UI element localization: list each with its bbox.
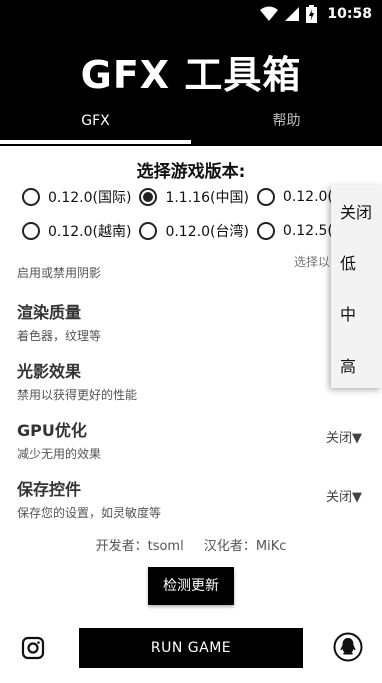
radio-circle: [139, 222, 158, 240]
version-radio[interactable]: 0.12.0(: [256, 188, 333, 206]
shadow-setting-value[interactable]: 选择以: [294, 253, 330, 270]
tab-help[interactable]: 帮助: [191, 104, 382, 144]
radio-circle-checked: [139, 188, 158, 206]
setting-title: 保存控件: [17, 480, 82, 499]
version-radio[interactable]: 0.12.0(台湾): [139, 221, 249, 241]
radio-circle: [22, 188, 40, 206]
setting-desc: 禁用以获得更好的性能: [17, 388, 138, 402]
chevron-down-icon: ▼: [352, 490, 362, 505]
version-row-1: 0.12.0(国际) 1.1.16(中国) 0.12.0(: [0, 184, 382, 210]
version-label: 0.12.0(国际): [48, 190, 132, 206]
tab-indicator: [0, 140, 191, 144]
credits: 开发者：tsoml 汉化者：MiKc: [0, 535, 382, 554]
version-radio[interactable]: 0.12.0(越南): [22, 221, 131, 241]
chevron-down-icon: ▼: [352, 431, 362, 446]
wifi-icon: [260, 6, 279, 21]
version-radio[interactable]: 0.12.5(: [256, 222, 333, 240]
popup-item-off[interactable]: 关闭: [331, 199, 382, 223]
popup-item-medium[interactable]: 中: [331, 301, 382, 325]
tab-gfx[interactable]: GFX: [0, 104, 191, 144]
version-radio[interactable]: 1.1.16(中国): [139, 187, 249, 207]
setting-title: GPU优化: [17, 421, 87, 440]
instagram-icon[interactable]: [21, 636, 45, 660]
signal-icon: [285, 7, 300, 21]
radio-circle: [256, 222, 275, 240]
dropdown-value: 关闭: [325, 431, 352, 446]
version-title: 选择游戏版本:: [136, 162, 246, 182]
version-label: 1.1.16(中国): [165, 190, 249, 206]
setting-render-quality[interactable]: 渲染质量 着色器，纹理等: [17, 299, 362, 344]
setting-desc: 着色器，纹理等: [17, 329, 102, 343]
setting-desc: 减少无用的效果: [17, 447, 102, 461]
setting-desc: 保存您的设置，如灵敏度等: [17, 506, 162, 520]
popup-item-low[interactable]: 低: [331, 250, 382, 274]
version-label: 0.12.0(台湾): [165, 224, 249, 240]
status-bar: 10:58: [0, 0, 382, 28]
check-update-button[interactable]: 检测更新: [148, 567, 234, 605]
run-game-button[interactable]: RUN GAME: [79, 628, 303, 668]
version-radio[interactable]: 0.12.0(国际): [22, 187, 131, 207]
dropdown-value: 关闭: [325, 490, 352, 505]
gpu-dropdown[interactable]: 关闭▼: [326, 427, 362, 446]
popup-item-high[interactable]: 高: [331, 353, 382, 377]
developer-credit: 开发者：tsoml: [95, 539, 184, 554]
app-title: GFX 工具箱: [80, 53, 302, 97]
qq-icon[interactable]: [333, 632, 363, 662]
app-header: 10:58 GFX 工具箱 GFX 帮助: [0, 0, 382, 146]
save-controls-dropdown[interactable]: 关闭▼: [326, 486, 362, 505]
radio-circle: [256, 188, 275, 206]
version-row-2: 0.12.0(越南) 0.12.0(台湾) 0.12.5(: [0, 217, 382, 245]
translator-credit: 汉化者：MiKc: [203, 539, 287, 554]
setting-title: 渲染质量: [17, 303, 82, 322]
shadow-setting-desc: 启用或禁用阴影: [17, 266, 102, 280]
version-label: 0.12.0(: [282, 189, 333, 205]
version-label: 0.12.0(越南): [48, 224, 132, 240]
quality-popup-menu: 关闭 低 中 高: [331, 185, 382, 388]
battery-icon: [306, 5, 318, 23]
setting-gpu-optimization[interactable]: GPU优化 减少无用的效果 关闭▼: [17, 417, 362, 462]
version-label: 0.12.5(: [282, 223, 333, 239]
radio-circle: [22, 222, 40, 240]
setting-lighting[interactable]: 光影效果 禁用以获得更好的性能: [17, 358, 362, 403]
setting-title: 光影效果: [17, 362, 82, 381]
status-time: 10:58: [327, 6, 372, 22]
setting-save-controls[interactable]: 保存控件 保存您的设置，如灵敏度等 关闭▼: [17, 476, 362, 521]
